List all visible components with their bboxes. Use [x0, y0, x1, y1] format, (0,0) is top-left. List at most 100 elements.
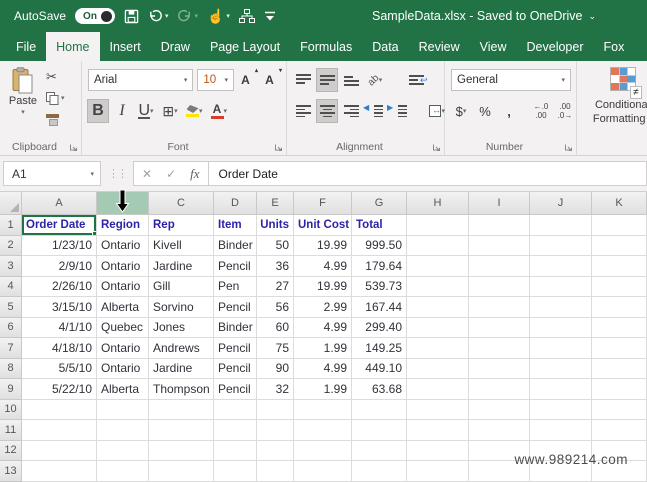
cell-C3[interactable]: Jardine	[149, 256, 214, 277]
align-left-button[interactable]	[293, 100, 313, 122]
insert-function-button[interactable]: fx	[190, 166, 199, 182]
title-chevron-icon[interactable]: ⌄	[589, 11, 597, 22]
autosave-toggle[interactable]: On	[75, 8, 115, 24]
column-header-K[interactable]: K	[592, 192, 647, 215]
middle-align-button[interactable]	[317, 69, 337, 91]
chevron-down-icon[interactable]: ▾	[61, 94, 65, 102]
cell-F6[interactable]: 4.99	[294, 318, 352, 339]
cell-B9[interactable]: Alberta	[97, 379, 149, 400]
cell-A10[interactable]	[22, 400, 97, 421]
cell-C10[interactable]	[149, 400, 214, 421]
name-box[interactable]: A1 ▾	[3, 161, 101, 186]
cell-G6[interactable]: 299.40	[352, 318, 407, 339]
percent-style-button[interactable]: %	[475, 100, 495, 122]
center-button[interactable]	[317, 100, 337, 122]
row-header-8[interactable]: 8	[0, 359, 22, 380]
cell-G13[interactable]	[352, 461, 407, 482]
cell-H1[interactable]	[407, 215, 469, 236]
cell-A8[interactable]: 5/5/10	[22, 359, 97, 380]
cell-G12[interactable]	[352, 441, 407, 462]
orientation-button[interactable]: ab▾	[365, 69, 385, 91]
cell-H12[interactable]	[407, 441, 469, 462]
cell-J2[interactable]	[530, 236, 592, 257]
row-header-6[interactable]: 6	[0, 318, 22, 339]
column-header-J[interactable]: J	[530, 192, 592, 215]
increase-font-size-button[interactable]: A▴	[238, 69, 258, 91]
row-header-13[interactable]: 13	[0, 461, 22, 482]
cell-D11[interactable]	[214, 420, 257, 441]
cell-H11[interactable]	[407, 420, 469, 441]
cell-F7[interactable]: 1.99	[294, 338, 352, 359]
column-header-F[interactable]: F	[294, 192, 352, 215]
diagram-button[interactable]	[239, 9, 255, 24]
underline-button[interactable]: U▾	[136, 100, 156, 122]
cell-I6[interactable]	[469, 318, 530, 339]
cell-H7[interactable]	[407, 338, 469, 359]
decrease-font-size-button[interactable]: A▾	[262, 69, 282, 91]
row-header-11[interactable]: 11	[0, 420, 22, 441]
borders-button[interactable]: ⊞▾	[160, 100, 180, 122]
cell-J3[interactable]	[530, 256, 592, 277]
cell-D4[interactable]: Pen	[214, 277, 257, 298]
cell-J10[interactable]	[530, 400, 592, 421]
accounting-format-button[interactable]: $▾	[451, 100, 471, 122]
cell-J7[interactable]	[530, 338, 592, 359]
cell-E9[interactable]: 32	[257, 379, 294, 400]
cell-J5[interactable]	[530, 297, 592, 318]
cell-F2[interactable]: 19.99	[294, 236, 352, 257]
increase-indent-button[interactable]: ▶	[389, 100, 409, 122]
comma-style-button[interactable]: ,	[499, 100, 519, 122]
cell-F3[interactable]: 4.99	[294, 256, 352, 277]
column-header-I[interactable]: I	[469, 192, 530, 215]
column-header-G[interactable]: G	[352, 192, 407, 215]
cell-E13[interactable]	[257, 461, 294, 482]
cell-I10[interactable]	[469, 400, 530, 421]
cell-J8[interactable]	[530, 359, 592, 380]
cell-E1[interactable]: Units	[257, 215, 294, 236]
select-all-corner[interactable]	[0, 192, 22, 215]
cell-H5[interactable]	[407, 297, 469, 318]
cell-H8[interactable]	[407, 359, 469, 380]
cell-A3[interactable]: 2/9/10	[22, 256, 97, 277]
customize-qat-button[interactable]	[264, 11, 276, 22]
cell-C7[interactable]: Andrews	[149, 338, 214, 359]
row-header-7[interactable]: 7	[0, 338, 22, 359]
cell-I5[interactable]	[469, 297, 530, 318]
row-header-2[interactable]: 2	[0, 236, 22, 257]
cell-B13[interactable]	[97, 461, 149, 482]
column-header-A[interactable]: A	[22, 192, 97, 215]
cell-I8[interactable]	[469, 359, 530, 380]
tab-page-layout[interactable]: Page Layout	[200, 32, 290, 61]
cell-H3[interactable]	[407, 256, 469, 277]
cell-E5[interactable]: 56	[257, 297, 294, 318]
tab-draw[interactable]: Draw	[151, 32, 200, 61]
number-dialog-launcher[interactable]	[564, 143, 573, 152]
cell-C4[interactable]: Gill	[149, 277, 214, 298]
cell-A11[interactable]	[22, 420, 97, 441]
cell-F11[interactable]	[294, 420, 352, 441]
cell-K4[interactable]	[592, 277, 647, 298]
row-header-3[interactable]: 3	[0, 256, 22, 277]
row-header-4[interactable]: 4	[0, 277, 22, 298]
cell-J6[interactable]	[530, 318, 592, 339]
cell-E11[interactable]	[257, 420, 294, 441]
selection-fill-handle[interactable]	[92, 231, 97, 236]
italic-button[interactable]: I	[112, 100, 132, 122]
font-size-select[interactable]: 10 ▾	[197, 69, 234, 91]
tab-formulas[interactable]: Formulas	[290, 32, 362, 61]
number-format-select[interactable]: General ▾	[451, 69, 571, 91]
cut-button[interactable]: ✂	[46, 69, 65, 85]
cell-A2[interactable]: 1/23/10	[22, 236, 97, 257]
cell-F13[interactable]	[294, 461, 352, 482]
tab-fox[interactable]: Fox	[594, 32, 635, 61]
cell-G1[interactable]: Total	[352, 215, 407, 236]
cell-E10[interactable]	[257, 400, 294, 421]
fill-color-button[interactable]: ▾	[184, 100, 205, 122]
tab-home[interactable]: Home	[46, 32, 99, 61]
cell-K2[interactable]	[592, 236, 647, 257]
cancel-button[interactable]: ✕	[142, 167, 152, 181]
cell-G5[interactable]: 167.44	[352, 297, 407, 318]
cell-B7[interactable]: Ontario	[97, 338, 149, 359]
cell-K6[interactable]	[592, 318, 647, 339]
chevron-down-icon[interactable]: ▾	[21, 108, 25, 116]
